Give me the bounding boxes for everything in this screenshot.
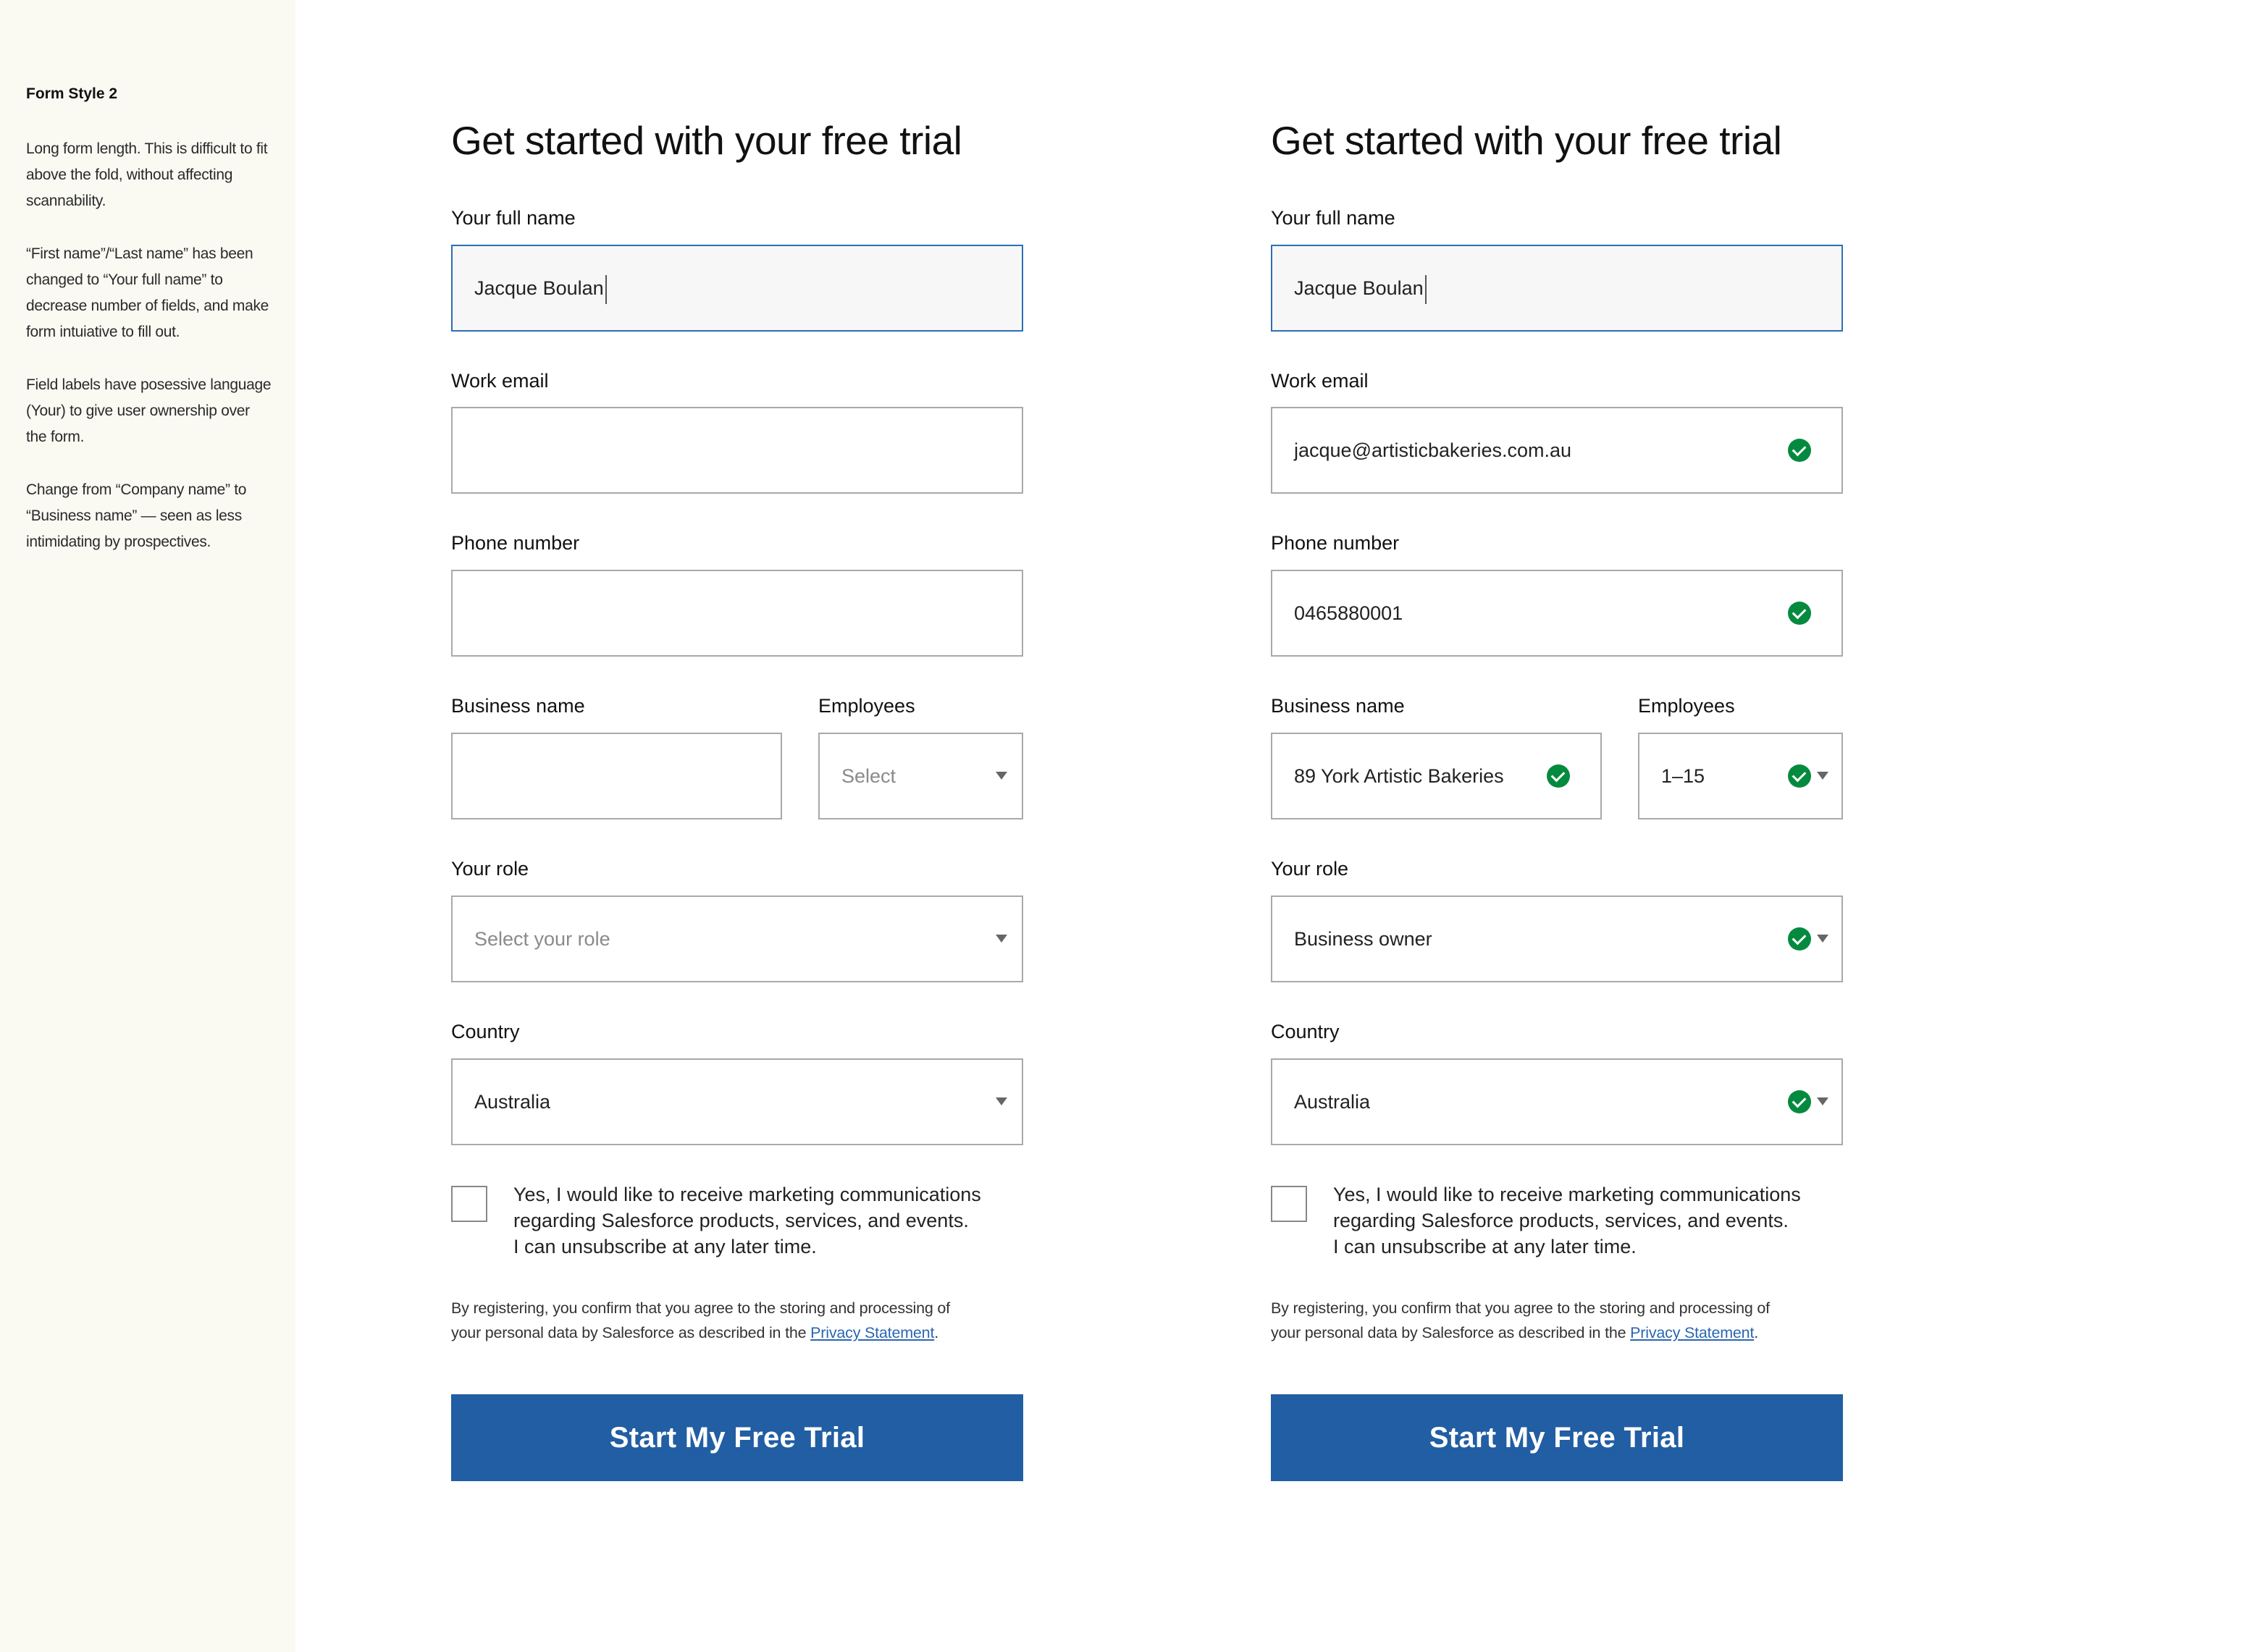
role-select[interactable]: Business owner (1271, 895, 1843, 982)
check-circle-icon (1788, 439, 1811, 462)
caret-down-icon (1817, 935, 1828, 943)
sidebar-note: Change from “Company name” to “Business … (26, 481, 247, 550)
phone-input[interactable] (451, 570, 1023, 657)
check-circle-icon (1788, 764, 1811, 788)
role-value: Select your role (474, 928, 610, 950)
employees-label: Employees (1638, 695, 1735, 717)
check-circle-icon (1788, 602, 1811, 625)
employees-value: 1–15 (1661, 765, 1705, 787)
full-name-value: Jacque Boulan (474, 246, 607, 330)
employees-select[interactable]: Select (818, 733, 1023, 819)
full-name-value: Jacque Boulan (1294, 246, 1427, 330)
business-name-label: Business name (451, 695, 585, 717)
caret-down-icon (996, 935, 1007, 943)
consent-text: By registering, you confirm that you agr… (451, 1296, 1023, 1345)
employees-label: Employees (818, 695, 915, 717)
country-select[interactable]: Australia (451, 1058, 1023, 1145)
consent-line: By registering, you confirm that you agr… (451, 1299, 950, 1317)
caret-down-icon (996, 1097, 1007, 1105)
privacy-statement-link[interactable]: Privacy Statement (1630, 1324, 1754, 1341)
country-value: Australia (474, 1091, 551, 1113)
consent-text: By registering, you confirm that you agr… (1271, 1296, 1843, 1345)
full-name-input[interactable]: Jacque Boulan (1271, 245, 1843, 332)
trial-form-filled: Get started with your free trial Your fu… (1271, 0, 1843, 1520)
work-email-value: jacque@artisticbakeries.com.au (1294, 439, 1572, 461)
start-free-trial-button[interactable]: Start My Free Trial (451, 1394, 1023, 1481)
sidebar-note: Field labels have posessive language (Yo… (26, 376, 272, 445)
marketing-line: Yes, I would like to receive marketing c… (1333, 1184, 1801, 1205)
marketing-checkbox-label: Yes, I would like to receive marketing c… (513, 1181, 1006, 1260)
marketing-checkbox-label: Yes, I would like to receive marketing c… (1333, 1181, 1826, 1260)
marketing-line: Yes, I would like to receive marketing c… (513, 1184, 981, 1205)
role-value: Business owner (1294, 928, 1432, 950)
marketing-line: regarding Salesforce products, services,… (1333, 1210, 1789, 1231)
marketing-checkbox[interactable] (451, 1186, 487, 1222)
consent-line: your personal data by Salesforce as desc… (1271, 1324, 1758, 1341)
employees-value: Select (841, 765, 896, 787)
country-select[interactable]: Australia (1271, 1058, 1843, 1145)
country-value: Australia (1294, 1091, 1371, 1113)
check-circle-icon (1788, 1090, 1811, 1113)
role-label: Your role (1271, 858, 1349, 880)
caret-down-icon (1817, 1097, 1828, 1105)
trial-form-empty: Get started with your free trial Your fu… (451, 0, 1023, 1520)
full-name-input[interactable]: Jacque Boulan (451, 245, 1023, 332)
phone-label: Phone number (1271, 532, 1400, 554)
phone-input[interactable]: 0465880001 (1271, 570, 1843, 657)
consent-line: your personal data by Salesforce as desc… (451, 1324, 938, 1341)
check-circle-icon (1788, 927, 1811, 951)
business-name-input[interactable]: 89 York Artistic Bakeries (1271, 733, 1602, 819)
check-circle-icon (1547, 764, 1570, 788)
privacy-statement-link[interactable]: Privacy Statement (810, 1324, 934, 1341)
employees-select[interactable]: 1–15 (1638, 733, 1843, 819)
sidebar-note: Long form length. This is difficult to f… (26, 140, 268, 209)
work-email-label: Work email (451, 370, 549, 392)
sidebar-title: Form Style 2 (26, 85, 118, 102)
marketing-line: I can unsubscribe at any later time. (1333, 1236, 1637, 1257)
business-name-value: 89 York Artistic Bakeries (1294, 765, 1504, 787)
work-email-input[interactable]: jacque@artisticbakeries.com.au (1271, 407, 1843, 494)
role-label: Your role (451, 858, 529, 880)
marketing-checkbox[interactable] (1271, 1186, 1307, 1222)
role-select[interactable]: Select your role (451, 895, 1023, 982)
consent-line: By registering, you confirm that you agr… (1271, 1299, 1770, 1317)
phone-label: Phone number (451, 532, 580, 554)
country-label: Country (451, 1021, 520, 1042)
work-email-label: Work email (1271, 370, 1369, 392)
marketing-line: I can unsubscribe at any later time. (513, 1236, 817, 1257)
business-name-label: Business name (1271, 695, 1405, 717)
business-name-input[interactable] (451, 733, 782, 819)
sidebar-note: “First name”/“Last name” has been change… (26, 245, 269, 340)
text-cursor (605, 274, 607, 304)
form-heading: Get started with your free trial (451, 118, 962, 163)
caret-down-icon (1817, 772, 1828, 780)
work-email-input[interactable] (451, 407, 1023, 494)
full-name-label: Your full name (1271, 207, 1395, 229)
notes-sidebar: Form Style 2 Long form length. This is d… (0, 0, 295, 1652)
form-heading: Get started with your free trial (1271, 118, 1782, 163)
marketing-line: regarding Salesforce products, services,… (513, 1210, 969, 1231)
phone-value: 0465880001 (1294, 602, 1403, 624)
country-label: Country (1271, 1021, 1340, 1042)
caret-down-icon (996, 772, 1007, 780)
sidebar-notes: Long form length. This is difficult to f… (26, 136, 272, 582)
start-free-trial-button[interactable]: Start My Free Trial (1271, 1394, 1843, 1481)
full-name-label: Your full name (451, 207, 576, 229)
text-cursor (1424, 274, 1427, 304)
